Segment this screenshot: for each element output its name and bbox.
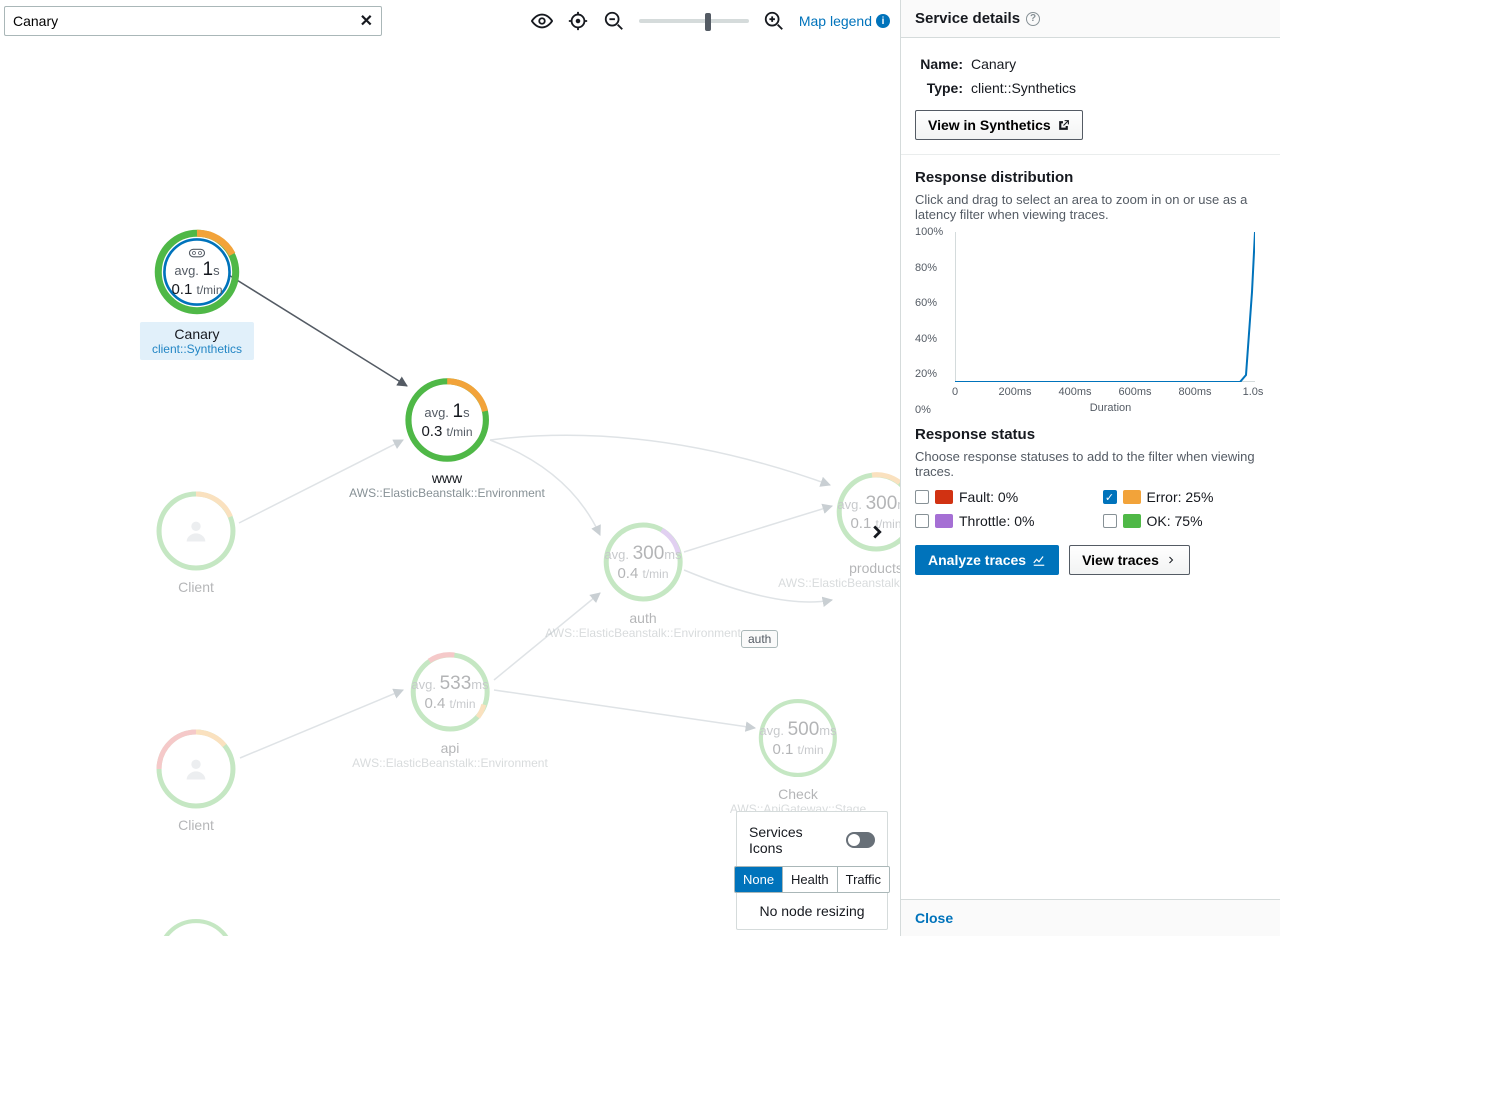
node-api[interactable]: avg. 533ms 0.4 t/min api AWS::ElasticBea… [352,650,548,770]
panel-title: Service details ? [901,0,1280,38]
view-traces-button[interactable]: View traces [1069,545,1190,575]
chart-xaxis-label: Duration [955,402,1266,414]
node-client-2[interactable]: Client [154,727,238,833]
seg-none[interactable]: None [735,867,782,892]
status-error[interactable]: ✓ Error: 25% [1103,489,1267,505]
close-panel-link[interactable]: Close [915,910,953,926]
dist-title: Response distribution [915,169,1266,186]
node-client-2-label: Client [154,817,238,833]
node-auth[interactable]: avg. 300ms 0.4 t/min auth AWS::ElasticBe… [545,520,741,640]
node-api-label: api AWS::ElasticBeanstalk::Environment [352,740,548,770]
help-icon[interactable]: ? [1026,12,1040,26]
zoom-in-icon[interactable] [763,10,785,32]
chevron-right-icon [1165,554,1177,566]
response-dist-chart[interactable]: 100% 80% 60% 40% 20% 0% 0 200ms 400ms 60… [915,232,1266,410]
dist-help: Click and drag to select an area to zoom… [915,192,1266,222]
zoom-out-icon[interactable] [603,10,625,32]
search-box[interactable]: ✕ [4,6,382,36]
node-client-1-label: Client [154,579,238,595]
type-label: Type: [915,80,963,96]
node-client-3[interactable] [154,916,238,936]
eye-icon[interactable] [531,10,553,32]
status-fault[interactable]: Fault: 0% [915,489,1079,505]
external-link-icon [1057,119,1070,132]
clear-search-icon[interactable]: ✕ [360,11,373,31]
node-canary[interactable]: avg. 1s 0.1 t/min Canary client::Synthet… [140,228,254,360]
analyze-traces-button[interactable]: Analyze traces [915,545,1059,575]
crosshair-icon[interactable] [567,10,589,32]
node-products-label: products AWS::ElasticBeanstalk::Environm… [778,560,900,590]
info-icon: i [876,14,890,28]
name-label: Name: [915,56,963,72]
status-help: Choose response statuses to add to the f… [915,449,1266,479]
resize-mode-group[interactable]: None Health Traffic [734,866,890,893]
status-title: Response status [915,426,1266,443]
view-in-synthetics-button[interactable]: View in Synthetics [915,110,1083,140]
zoom-slider[interactable] [639,19,749,23]
search-input[interactable] [13,13,360,29]
type-value: client::Synthetics [971,80,1076,96]
node-www[interactable]: avg. 1s 0.3 t/min www AWS::ElasticBeanst… [349,376,545,500]
node-check[interactable]: avg. 500ms 0.1 t/min Check AWS::ApiGatew… [730,696,866,816]
status-throttle[interactable]: Throttle: 0% [915,513,1079,529]
seg-traffic[interactable]: Traffic [837,867,889,892]
status-ok[interactable]: OK: 75% [1103,513,1267,529]
services-icons-label: Services Icons [749,824,836,856]
canary-bot-icon [188,247,206,259]
map-legend-link[interactable]: Map legend i [799,13,890,29]
map-controls: Services Icons None Health Traffic No no… [736,811,888,930]
node-client-1[interactable]: Client [154,489,238,595]
no-resize-label: No node resizing [759,903,864,919]
node-www-label: www AWS::ElasticBeanstalk::Environment [349,470,545,500]
seg-health[interactable]: Health [782,867,837,892]
node-canary-label: Canary client::Synthetics [140,322,254,360]
services-icons-toggle[interactable] [846,832,875,848]
chart-icon [1032,553,1046,567]
chevron-right-icon[interactable] [866,521,888,549]
name-value: Canary [971,56,1016,72]
auth-tag: auth [741,630,778,648]
node-auth-label: auth AWS::ElasticBeanstalk::Environment [545,610,741,640]
